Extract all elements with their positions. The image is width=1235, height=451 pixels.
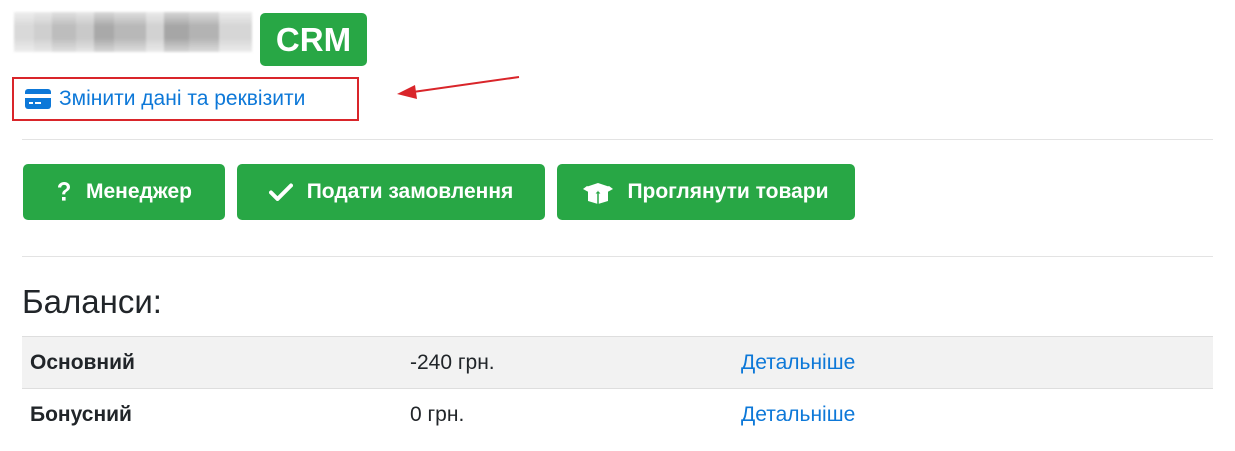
balance-details-link[interactable]: Детальніше — [741, 351, 855, 374]
balance-detail-cell: Детальніше — [741, 336, 1213, 389]
edit-details-link[interactable]: Змінити дані та реквізити — [12, 77, 359, 121]
divider — [22, 139, 1213, 140]
question-icon — [56, 181, 72, 203]
check-icon — [268, 183, 293, 201]
balance-name: Бонусний — [22, 388, 410, 441]
annotation-arrow — [397, 76, 520, 99]
crm-badge: CRM — [260, 13, 367, 66]
divider — [22, 256, 1213, 257]
view-products-button-label: Проглянути товари — [627, 180, 829, 203]
account-page: CRM Змінити дані та реквізити Менеджер П… — [0, 0, 1235, 451]
credit-card-icon — [25, 89, 51, 109]
view-products-button[interactable]: Проглянути товари — [557, 164, 855, 220]
manager-button-label: Менеджер — [86, 180, 192, 203]
balance-detail-cell: Детальніше — [741, 388, 1213, 441]
table-row: Бонусний 0 грн. Детальніше — [22, 388, 1213, 441]
balances-table: Основний -240 грн. Детальніше Бонусний 0… — [22, 336, 1213, 441]
balance-details-link[interactable]: Детальніше — [741, 403, 855, 426]
box-open-icon — [583, 180, 614, 204]
balances-heading: Баланси: — [22, 283, 162, 320]
balance-name: Основний — [22, 336, 410, 389]
submit-order-button-label: Подати замовлення — [306, 180, 514, 203]
balance-amount: -240 грн. — [410, 336, 741, 389]
blurred-company-name — [14, 12, 252, 52]
submit-order-button[interactable]: Подати замовлення — [237, 164, 545, 220]
table-row: Основний -240 грн. Детальніше — [22, 336, 1213, 389]
balance-amount: 0 грн. — [410, 388, 741, 441]
edit-details-label: Змінити дані та реквізити — [59, 87, 306, 110]
manager-button[interactable]: Менеджер — [23, 164, 225, 220]
